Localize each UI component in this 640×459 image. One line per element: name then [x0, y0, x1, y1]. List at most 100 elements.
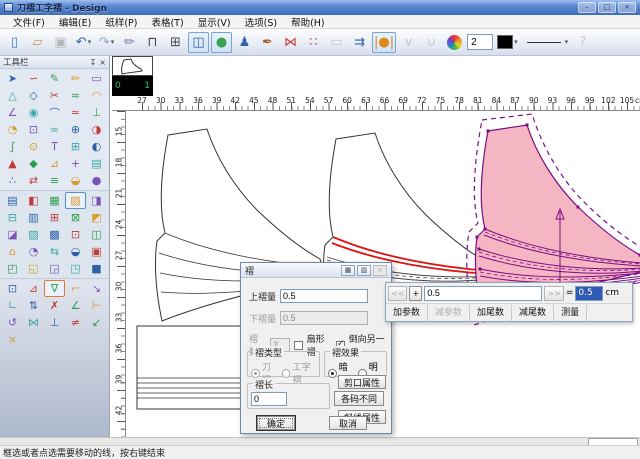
draw-tool-icon[interactable]: ✎	[44, 70, 65, 87]
draw-tool-icon[interactable]: ➤	[2, 70, 23, 87]
close-button[interactable]: ×	[618, 2, 636, 13]
new-doc-icon[interactable]: ▯	[4, 32, 25, 53]
draw-tool-icon[interactable]: ●	[86, 172, 107, 189]
menu-item[interactable]: 选项(S)	[238, 15, 284, 29]
menu-item[interactable]: 编辑(E)	[52, 15, 98, 29]
pattern-tool-icon[interactable]: ◨	[86, 192, 107, 209]
pattern-tool-icon[interactable]: ⊞	[44, 209, 65, 226]
color-wheel-icon[interactable]	[444, 32, 465, 53]
draw-tool-icon[interactable]: ∴	[2, 172, 23, 189]
maximize-button[interactable]: □	[598, 2, 616, 13]
draw-tool-icon[interactable]: ◔	[2, 121, 23, 138]
draw-tool-icon[interactable]: ∞	[44, 121, 65, 138]
draw-tool-icon[interactable]: ≡	[44, 172, 65, 189]
move-icon[interactable]: ⇉	[349, 32, 370, 53]
menu-item[interactable]: 纸样(P)	[98, 15, 144, 29]
draw-tool-icon[interactable]: ▤	[86, 155, 107, 172]
pattern-tool-icon[interactable]: ◳	[65, 260, 86, 277]
menu-item[interactable]: 显示(V)	[191, 15, 238, 29]
pattern-tool-icon[interactable]: ◒	[65, 243, 86, 260]
calc-button[interactable]: 加参数	[386, 305, 428, 321]
cancel-button[interactable]: 取消	[329, 416, 367, 430]
pattern-tool-icon[interactable]: ◫	[86, 226, 107, 243]
pattern-tool-icon[interactable]: ■	[86, 260, 107, 277]
pattern-tool-icon[interactable]: ▧	[65, 192, 86, 209]
draw-tool-icon[interactable]: ⊿	[44, 155, 65, 172]
result-field[interactable]: 0.5	[575, 286, 603, 301]
pattern-tool-icon[interactable]: ▣	[86, 243, 107, 260]
modify-tool-icon[interactable]: ×	[2, 331, 23, 348]
draw-tool-icon[interactable]: ⌒	[44, 104, 65, 121]
draw-tool-icon[interactable]: ⊥	[86, 104, 107, 121]
draw-tool-icon[interactable]: ◐	[86, 138, 107, 155]
modify-tool-icon[interactable]: ↺	[2, 314, 23, 331]
draw-tool-icon[interactable]: ▭	[86, 70, 107, 87]
pattern-tool-icon[interactable]: ▩	[44, 226, 65, 243]
pattern-tool-icon[interactable]: ◧	[23, 192, 44, 209]
modify-tool-icon[interactable]: ∟	[2, 297, 23, 314]
modify-tool-icon[interactable]: ≠	[65, 314, 86, 331]
modify-tool-icon[interactable]: ⊥	[44, 314, 65, 331]
pin-icon[interactable]: ↧	[90, 58, 97, 67]
per-size-button[interactable]: 各码不同	[334, 391, 384, 406]
eraser-icon[interactable]: ✏	[119, 32, 140, 53]
modify-tool-icon[interactable]: ↙	[86, 314, 107, 331]
point-mark-icon[interactable]: |●|	[372, 32, 396, 53]
pattern-tool-icon[interactable]: ▥	[23, 209, 44, 226]
pattern-tool-icon[interactable]: ◔	[23, 243, 44, 260]
draw-tool-icon[interactable]: ◇	[23, 87, 44, 104]
draw-tool-icon[interactable]: ⊕	[65, 121, 86, 138]
pattern-tool-icon[interactable]: ⇆	[44, 243, 65, 260]
redo-icon[interactable]: ↷▾	[96, 32, 117, 53]
draw-tool-icon[interactable]: ◒	[65, 172, 86, 189]
pattern-tool-icon[interactable]: ⊟	[2, 209, 23, 226]
line-style-select[interactable]: ▾	[522, 32, 571, 53]
draw-tool-icon[interactable]: ∽	[23, 70, 44, 87]
minimize-button[interactable]: –	[578, 2, 596, 13]
pattern-tool-icon[interactable]: ▨	[23, 226, 44, 243]
pattern-tool-icon[interactable]: ◩	[86, 209, 107, 226]
draw-tool-icon[interactable]: ⇄	[23, 172, 44, 189]
modify-tool-icon[interactable]: ∇	[44, 280, 65, 297]
figure-icon[interactable]: ♟	[234, 32, 255, 53]
modify-tool-icon[interactable]: ⌐	[65, 280, 86, 297]
pattern-tool-icon[interactable]: ▦	[44, 192, 65, 209]
piece-preview[interactable]: 0 1	[112, 56, 153, 96]
modify-tool-icon[interactable]: ↘	[86, 280, 107, 297]
draw-tool-icon[interactable]: ✂	[44, 87, 65, 104]
notch-props-button[interactable]: 剪口属性	[338, 375, 386, 389]
pattern-tool-icon[interactable]: ◪	[2, 226, 23, 243]
draw-tool-icon[interactable]: ≈	[65, 87, 86, 104]
open-folder-icon[interactable]: ▱	[27, 32, 48, 53]
wireframe-view-icon[interactable]: ◫	[188, 32, 209, 53]
pattern-tool-icon[interactable]: ◰	[2, 260, 23, 277]
draw-tool-icon[interactable]: △	[2, 87, 23, 104]
pleat-dialog-titlebar[interactable]: 褶 ▦ ▥ ×	[241, 263, 391, 278]
menu-item[interactable]: 帮助(H)	[284, 15, 332, 29]
pattern-tool-icon[interactable]: ⊡	[65, 226, 86, 243]
grid-icon[interactable]: ⊞	[165, 32, 186, 53]
fill-view-icon[interactable]: ●	[211, 32, 232, 53]
pleat-length-input[interactable]	[251, 392, 287, 406]
pattern-tool-icon[interactable]: ◲	[44, 260, 65, 277]
modify-tool-icon[interactable]: ⊡	[2, 280, 23, 297]
ok-button[interactable]: 确定	[257, 416, 295, 430]
draw-tool-icon[interactable]: ⊙	[23, 138, 44, 155]
pattern-tool-icon[interactable]: ⊠	[65, 209, 86, 226]
pattern-tool-icon[interactable]: ▤	[2, 192, 23, 209]
draw-tool-icon[interactable]: ✏	[65, 70, 86, 87]
draw-tool-icon[interactable]: ◑	[86, 121, 107, 138]
pattern-tool-icon[interactable]: ⌂	[2, 243, 23, 260]
menu-item[interactable]: 文件(F)	[6, 15, 52, 29]
dialog-grid-icon[interactable]: ▦	[341, 265, 355, 276]
plot-table-icon[interactable]: ⊓	[142, 32, 163, 53]
modify-tool-icon[interactable]: ⋈	[23, 314, 44, 331]
draw-tool-icon[interactable]: ◠	[86, 87, 107, 104]
draw-tool-icon[interactable]: ∠	[2, 104, 23, 121]
modify-tool-icon[interactable]: ⊿	[23, 280, 44, 297]
draw-tool-icon[interactable]: ◉	[23, 104, 44, 121]
modify-tool-icon[interactable]: ⊢	[86, 297, 107, 314]
expression-input[interactable]	[424, 286, 542, 301]
color-swatch[interactable]: ▾	[495, 32, 520, 53]
draw-tool-icon[interactable]: ▲	[2, 155, 23, 172]
